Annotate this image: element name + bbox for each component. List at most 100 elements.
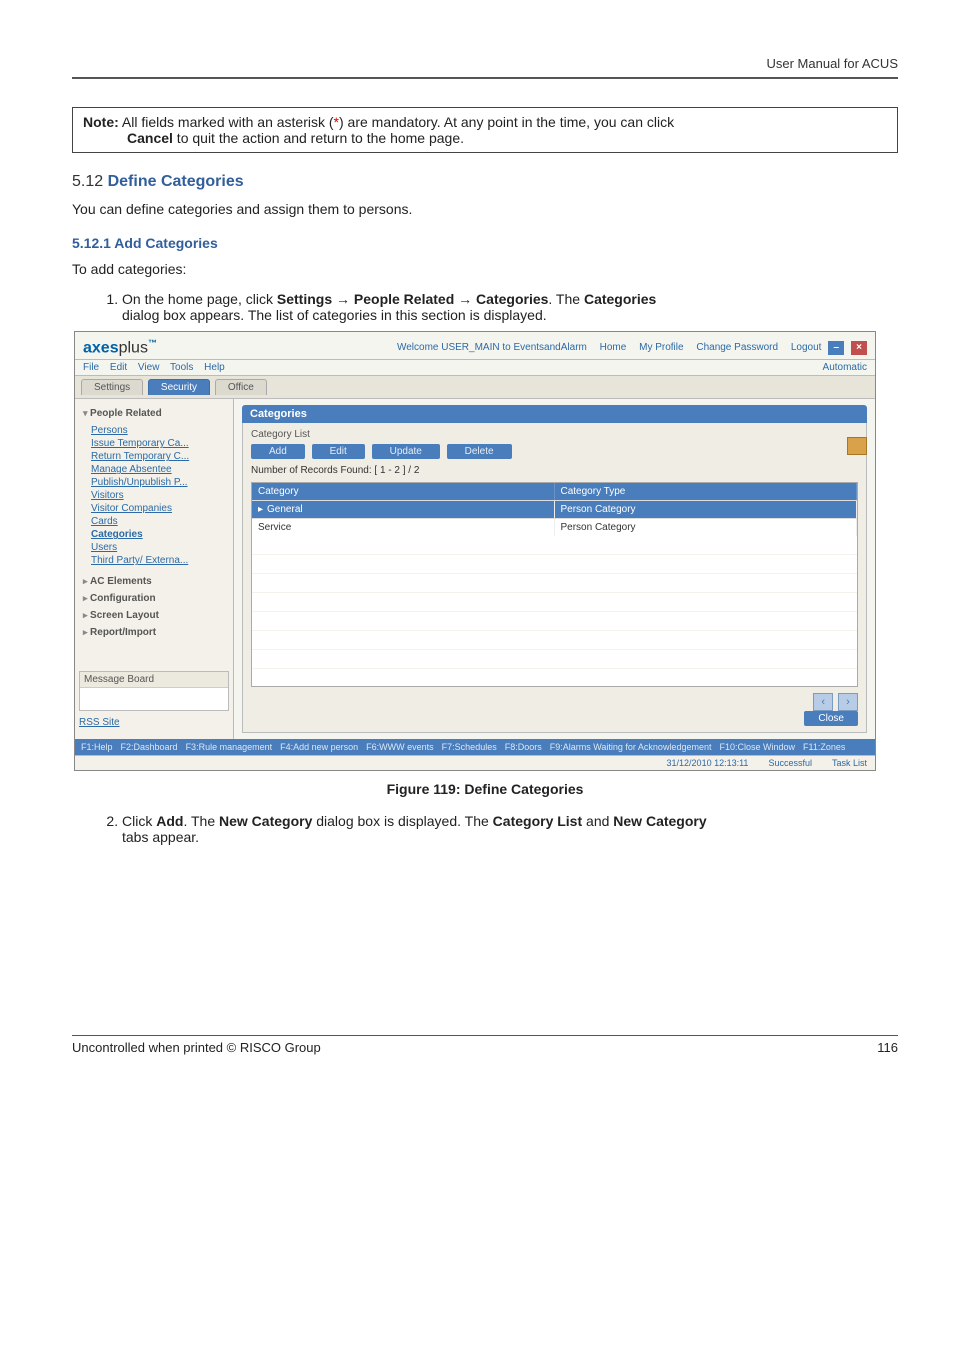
toplink-home[interactable]: Home <box>600 342 627 353</box>
sidebar-item-users[interactable]: Users <box>91 541 229 554</box>
sidebar-item-absentee[interactable]: Manage Absentee <box>91 463 229 476</box>
step2-add: Add <box>156 813 183 829</box>
main-panel: Categories Category List Add Edit Update… <box>234 399 875 739</box>
cell-category: Service <box>252 519 555 536</box>
fkey-f8[interactable]: F8:Doors <box>505 742 542 752</box>
cell-type: Person Category <box>555 519 858 536</box>
table-row[interactable]: ▸General Person Category <box>252 500 857 518</box>
step2-b: . The <box>183 813 219 829</box>
subsection-intro: To add categories: <box>72 261 898 277</box>
note-cancel: Cancel <box>127 130 173 146</box>
minimize-icon[interactable]: – <box>828 341 844 355</box>
record-count: Number of Records Found: [ 1 - 2 ] / 2 <box>251 465 858 476</box>
fkey-f9[interactable]: F9:Alarms Waiting for Acknowledgement <box>550 742 712 752</box>
welcome-text: Welcome USER_MAIN to EventsandAlarm <box>397 342 587 353</box>
status-tasklist[interactable]: Task List <box>832 758 867 768</box>
menu-view[interactable]: View <box>138 362 160 373</box>
sidebar-item-visitors[interactable]: Visitors <box>91 489 229 502</box>
tab-settings[interactable]: Settings <box>81 379 143 395</box>
menu-file[interactable]: File <box>83 362 99 373</box>
grid-col-type[interactable]: Category Type <box>555 483 858 500</box>
menu-help[interactable]: Help <box>204 362 225 373</box>
sidebar-item-cards[interactable]: Cards <box>91 515 229 528</box>
step2-a: Click <box>122 813 156 829</box>
logo-tm: ™ <box>148 338 157 348</box>
panel-subtitle: Category List <box>251 429 858 440</box>
close-icon[interactable]: × <box>851 341 867 355</box>
edit-button[interactable]: Edit <box>312 444 365 459</box>
tab-office[interactable]: Office <box>215 379 267 395</box>
step2-d: tabs appear. <box>122 829 199 845</box>
step-2: Click Add. The New Category dialog box i… <box>122 813 898 845</box>
table-row[interactable]: Service Person Category <box>252 518 857 536</box>
sidebar-item-persons[interactable]: Persons <box>91 424 229 437</box>
step1-text-a: On the home page, click <box>122 291 277 307</box>
subsection-number: 5.12.1 <box>72 235 114 251</box>
grid-col-category[interactable]: Category <box>252 483 555 500</box>
step1-cats2: Categories <box>584 291 656 307</box>
rss-link[interactable]: RSS Site <box>79 717 229 728</box>
step-1: On the home page, click Settings → Peopl… <box>122 291 898 323</box>
side-people-related[interactable]: People Related <box>79 405 229 422</box>
grid-empty-area <box>252 536 857 686</box>
side-ac-elements[interactable]: AC Elements <box>79 573 229 590</box>
sidebar-item-thirdparty[interactable]: Third Party/ Externa... <box>91 554 229 567</box>
fkey-f11[interactable]: F11:Zones <box>803 742 845 752</box>
side-report-import[interactable]: Report/Import <box>79 624 229 641</box>
sidebar-item-publish[interactable]: Publish/Unpublish P... <box>91 476 229 489</box>
logo-axes: axes <box>83 339 119 356</box>
app-logo: axesplus™ <box>83 338 157 357</box>
step1-cats: Categories <box>476 291 548 307</box>
sidebar-item-return-temp[interactable]: Return Temporary C... <box>91 450 229 463</box>
delete-button[interactable]: Delete <box>447 444 512 459</box>
sidebar-item-categories[interactable]: Categories <box>91 528 229 541</box>
add-button[interactable]: Add <box>251 444 305 459</box>
fkey-f2[interactable]: F2:Dashboard <box>121 742 178 752</box>
menu-right[interactable]: Automatic <box>823 362 867 373</box>
step1-text-b: . The <box>548 291 584 307</box>
cell-type: Person Category <box>555 501 858 518</box>
nav-prev-icon[interactable]: ‹ <box>813 693 833 711</box>
fkey-bar: F1:Help F2:Dashboard F3:Rule management … <box>75 739 875 755</box>
fkey-f4[interactable]: F4:Add new person <box>280 742 358 752</box>
step1-settings: Settings <box>277 291 332 307</box>
side-screen-layout[interactable]: Screen Layout <box>79 607 229 624</box>
step2-list: Category List <box>493 813 582 829</box>
toplink-logout[interactable]: Logout <box>791 342 822 353</box>
sidebar-item-visitor-companies[interactable]: Visitor Companies <box>91 502 229 515</box>
section-number: 5.12 <box>72 173 108 190</box>
sidebar-item-issue-temp[interactable]: Issue Temporary Ca... <box>91 437 229 450</box>
fkey-f3[interactable]: F3:Rule management <box>186 742 273 752</box>
doc-header: User Manual for ACUS <box>72 56 898 79</box>
fkey-f10[interactable]: F10:Close Window <box>719 742 795 752</box>
top-links: Welcome USER_MAIN to EventsandAlarm Home… <box>387 341 867 355</box>
fkey-f1[interactable]: F1:Help <box>81 742 113 752</box>
categories-grid: Category Category Type ▸General Person C… <box>251 482 858 687</box>
note-label: Note: <box>83 114 119 130</box>
note-box: Note: All fields marked with an asterisk… <box>72 107 898 153</box>
step1-people: People Related <box>354 291 454 307</box>
tab-security[interactable]: Security <box>148 379 210 395</box>
nav-next-icon[interactable]: › <box>838 693 858 711</box>
menu-bar: File Edit View Tools Help Automatic <box>75 360 875 376</box>
close-button[interactable]: Close <box>804 711 858 726</box>
status-bar: 31/12/2010 12:13:11 Successful Task List <box>75 755 875 770</box>
step2-and: and <box>582 813 613 829</box>
step2-new: New Category <box>219 813 312 829</box>
print-icon[interactable] <box>847 437 867 455</box>
toplink-profile[interactable]: My Profile <box>639 342 683 353</box>
step1-text-c: dialog box appears. The list of categori… <box>122 307 547 323</box>
menu-tools[interactable]: Tools <box>170 362 193 373</box>
section-intro: You can define categories and assign the… <box>72 201 898 217</box>
arrow-icon: → <box>454 291 476 307</box>
update-button[interactable]: Update <box>372 444 440 459</box>
menu-edit[interactable]: Edit <box>110 362 127 373</box>
note-text-3: to quit the action and return to the hom… <box>173 130 464 146</box>
toplink-changepw[interactable]: Change Password <box>696 342 778 353</box>
fkey-f7[interactable]: F7:Schedules <box>442 742 497 752</box>
status-time: 31/12/2010 12:13:11 <box>667 758 749 768</box>
fkey-f6[interactable]: F6:WWW events <box>366 742 434 752</box>
side-configuration[interactable]: Configuration <box>79 590 229 607</box>
cell-category: ▸General <box>252 501 555 518</box>
note-text-2: ) are mandatory. At any point in the tim… <box>339 114 674 130</box>
